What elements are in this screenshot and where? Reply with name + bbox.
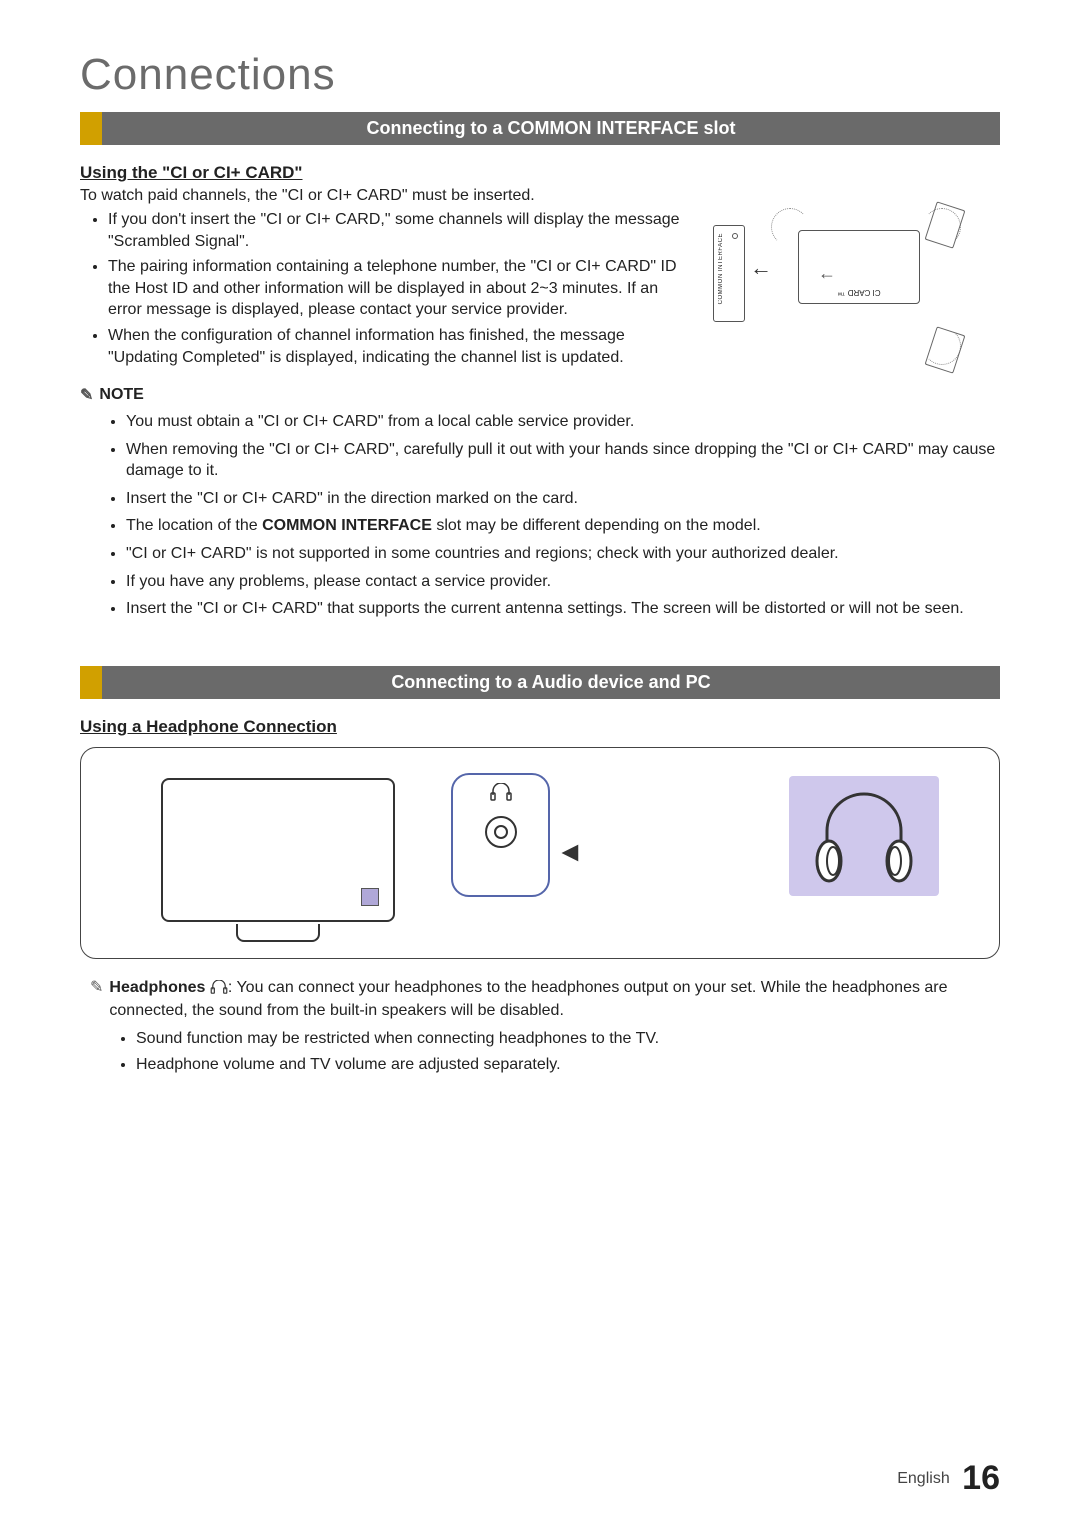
main-bullet: When the configuration of channel inform… [108,325,688,368]
accent-stripe [80,666,102,699]
ci-slot-label: COMMON INTERFACE [718,233,724,304]
headphone-glyph-icon [453,783,548,806]
note-bullet: "CI or CI+ CARD" is not supported in som… [126,543,1000,565]
sub-bullet: Headphone volume and TV volume are adjus… [136,1054,1000,1076]
headphone-lead-line: ✎ Headphones : You can connect your head… [90,977,1000,1022]
accent-stripe [80,112,102,145]
ci-card-rotated-icon [925,201,966,248]
arrow-left-small-icon: ← [818,263,836,284]
note-block: ✎ NOTE You must obtain a "CI or CI+ CARD… [80,385,1000,620]
headphones-icon [809,786,919,886]
note-icon: ✎ [80,385,93,405]
note-bullet-list: You must obtain a "CI or CI+ CARD" from … [80,411,1000,620]
page-footer: English 16 [897,1459,1000,1498]
section-heading-bar-1: Connecting to a COMMON INTERFACE slot [80,112,1000,145]
note-bullet: If you have any problems, please contact… [126,571,1000,593]
arrow-left-icon: ← [750,255,772,281]
intro-line: To watch paid channels, the "CI or CI+ C… [80,187,1000,205]
footer-lang: English [897,1470,949,1487]
jack-socket-icon [485,816,517,848]
section-heading-1: Connecting to a COMMON INTERFACE slot [102,112,1000,145]
page-title: Connections [80,50,1000,100]
footer-page-number: 16 [962,1459,1000,1497]
note-heading: ✎ NOTE [80,385,1000,405]
ci-slot-dot-icon [732,233,738,239]
audio-cable-icon [591,840,761,856]
headphone-port-icon [451,773,550,897]
section-heading-2: Connecting to a Audio device and PC [102,666,1000,699]
ci-card-label: CI CARD ™ [799,288,919,297]
arrow-left-icon: ◄ [556,836,584,868]
note-bullet: When removing the "CI or CI+ CARD", care… [126,439,1000,482]
headphone-lead-text: Headphones : You can connect your headph… [109,977,1000,1022]
tv-port-highlight-icon [361,888,379,906]
headphone-inline-icon [210,979,228,1001]
curve-arrow-icon [771,208,809,246]
headphones-box [789,776,939,896]
headphone-lead-rest: : You can connect your headphones to the… [109,979,947,1020]
headphone-bold: Headphones [109,979,205,996]
note-bullet: Insert the "CI or CI+ CARD" that support… [126,598,1000,620]
headphone-note: ✎ Headphones : You can connect your head… [80,977,1000,1075]
section-heading-bar-2: Connecting to a Audio device and PC [80,666,1000,699]
bold-term: COMMON INTERFACE [262,517,432,534]
manual-page: Connections Connecting to a COMMON INTER… [0,0,1080,1534]
main-bullet-list: If you don't insert the "CI or CI+ CARD,… [80,209,688,372]
subheading-ci-card: Using the "CI or CI+ CARD" [80,163,1000,183]
note-icon: ✎ [90,977,103,999]
note-label: NOTE [99,386,143,404]
ci-card-icon: CI CARD ™ [798,230,920,304]
main-bullet: If you don't insert the "CI or CI+ CARD,… [108,209,688,252]
headphone-sub-bullets: Sound function may be restricted when co… [90,1028,1000,1075]
note-bullet: You must obtain a "CI or CI+ CARD" from … [126,411,1000,433]
subheading-headphone: Using a Headphone Connection [80,717,1000,737]
note-bullet: Insert the "CI or CI+ CARD" in the direc… [126,488,1000,510]
tv-icon [161,778,395,922]
main-bullet: The pairing information containing a tel… [108,256,688,321]
ci-content-row: If you don't insert the "CI or CI+ CARD,… [80,205,1000,375]
headphone-diagram: ◄ [80,747,1000,959]
note-bullet: The location of the COMMON INTERFACE slo… [126,515,1000,537]
ci-card-diagram: COMMON INTERFACE ← CI CARD ™ ← [708,205,968,375]
sub-bullet: Sound function may be restricted when co… [136,1028,1000,1050]
